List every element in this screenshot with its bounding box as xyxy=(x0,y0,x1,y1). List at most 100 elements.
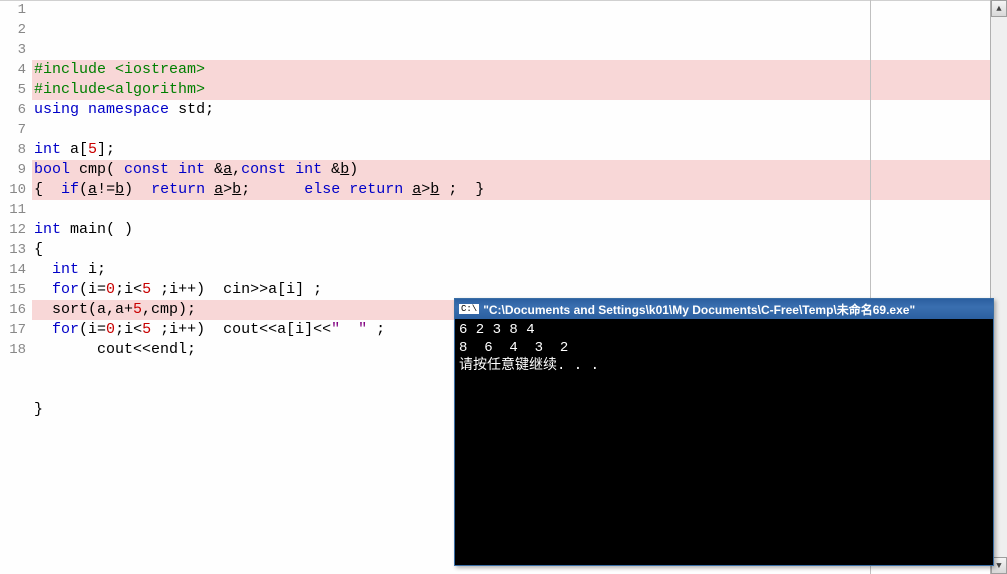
line-number: 10 xyxy=(0,180,26,200)
code-token: != xyxy=(97,181,115,198)
code-token: bool xyxy=(34,161,70,178)
console-title-text: "C:\Documents and Settings\k01\My Docume… xyxy=(483,301,915,318)
console-output: 6 2 3 8 4 8 6 4 3 2 请按任意键继续. . . xyxy=(455,319,993,377)
line-number: 12 xyxy=(0,220,26,240)
code-line[interactable]: int a[5]; xyxy=(32,140,1007,160)
code-token: if xyxy=(61,181,79,198)
code-token: b xyxy=(340,161,349,178)
line-number: 3 xyxy=(0,40,26,60)
code-token: 0 xyxy=(106,321,115,338)
code-token: namespace xyxy=(88,101,169,118)
code-token: return xyxy=(151,181,205,198)
code-token: " " xyxy=(331,321,367,338)
code-line[interactable]: bool cmp( const int &a,const int &b) xyxy=(32,160,1007,180)
code-token: 0 xyxy=(106,281,115,298)
code-line[interactable] xyxy=(32,200,1007,220)
code-token: ; } xyxy=(439,181,484,198)
line-number: 8 xyxy=(0,140,26,160)
code-token: ) xyxy=(124,181,151,198)
line-number: 9 xyxy=(0,160,26,180)
line-number: 18 xyxy=(0,340,26,360)
console-window[interactable]: C:\ "C:\Documents and Settings\k01\My Do… xyxy=(454,298,994,566)
code-token: { xyxy=(34,181,61,198)
code-token xyxy=(34,321,52,338)
code-token: & xyxy=(322,161,340,178)
code-token: const xyxy=(124,161,169,178)
console-app-icon: C:\ xyxy=(459,304,479,314)
code-token: ]; xyxy=(97,141,115,158)
code-token: ( xyxy=(79,181,88,198)
code-token: ; xyxy=(241,181,304,198)
code-token: b xyxy=(232,181,241,198)
code-token: b xyxy=(115,181,124,198)
line-number: 15 xyxy=(0,280,26,300)
code-line[interactable]: #include<algorithm> xyxy=(32,80,1007,100)
code-token: { xyxy=(34,241,43,258)
code-line[interactable]: for(i=0;i<5 ;i++) cin>>a[i] ; xyxy=(32,280,1007,300)
code-token: int xyxy=(52,261,79,278)
code-token: i; xyxy=(79,261,106,278)
line-number: 5 xyxy=(0,80,26,100)
line-number: 11 xyxy=(0,200,26,220)
code-token: a xyxy=(88,181,97,198)
code-token: ; xyxy=(205,101,214,118)
code-line[interactable]: int main( ) xyxy=(32,220,1007,240)
code-token: 5 xyxy=(133,301,142,318)
code-token: main( ) xyxy=(61,221,133,238)
code-token: & xyxy=(205,161,223,178)
code-token: 5 xyxy=(88,141,97,158)
console-titlebar[interactable]: C:\ "C:\Documents and Settings\k01\My Do… xyxy=(455,299,993,319)
code-token: , xyxy=(232,161,241,178)
code-token: a xyxy=(223,161,232,178)
code-token: cmp( xyxy=(70,161,124,178)
code-token: #include xyxy=(34,61,106,78)
line-number: 13 xyxy=(0,240,26,260)
code-token: a xyxy=(412,181,421,198)
code-token xyxy=(340,181,349,198)
code-token: > xyxy=(421,181,430,198)
code-token: 5 xyxy=(142,321,151,338)
code-token: else xyxy=(304,181,340,198)
code-token: ;i< xyxy=(115,281,142,298)
code-token: int xyxy=(34,221,61,238)
line-number: 2 xyxy=(0,20,26,40)
code-line[interactable]: #include <iostream> xyxy=(32,60,1007,80)
code-token: } xyxy=(34,401,43,418)
code-token: for xyxy=(52,281,79,298)
code-line[interactable]: int i; xyxy=(32,260,1007,280)
code-line[interactable]: { xyxy=(32,240,1007,260)
code-token xyxy=(205,181,214,198)
code-token: (i= xyxy=(79,281,106,298)
code-token: <iostream> xyxy=(115,61,205,78)
code-line[interactable] xyxy=(32,120,1007,140)
code-line[interactable]: using namespace std; xyxy=(32,100,1007,120)
code-token: using xyxy=(34,101,79,118)
line-number-gutter: 123456789101112131415161718 xyxy=(0,0,32,574)
code-token: b xyxy=(430,181,439,198)
code-token: a xyxy=(214,181,223,198)
code-line[interactable]: { if(a!=b) return a>b; else return a>b ;… xyxy=(32,180,1007,200)
code-token xyxy=(169,161,178,178)
code-token: ;i++) cin>>a[i] ; xyxy=(151,281,322,298)
code-token: cout<<endl; xyxy=(34,341,196,358)
code-token xyxy=(403,181,412,198)
scroll-up-button[interactable]: ▲ xyxy=(991,0,1007,17)
code-token: a[ xyxy=(61,141,88,158)
line-number: 16 xyxy=(0,300,26,320)
code-token: ; xyxy=(367,321,385,338)
line-number: 6 xyxy=(0,100,26,120)
code-token: ) xyxy=(349,161,358,178)
code-token xyxy=(34,281,52,298)
code-token xyxy=(34,261,52,278)
code-token: > xyxy=(223,181,232,198)
code-token: int xyxy=(34,141,61,158)
line-number: 4 xyxy=(0,60,26,80)
code-token: ,cmp); xyxy=(142,301,196,318)
code-token: int xyxy=(295,161,322,178)
code-token: (i= xyxy=(79,321,106,338)
line-number: 1 xyxy=(0,0,26,20)
code-token: std xyxy=(178,101,205,118)
code-token: 5 xyxy=(142,281,151,298)
line-number: 17 xyxy=(0,320,26,340)
code-token: ;i++) cout<<a[i]<< xyxy=(151,321,331,338)
